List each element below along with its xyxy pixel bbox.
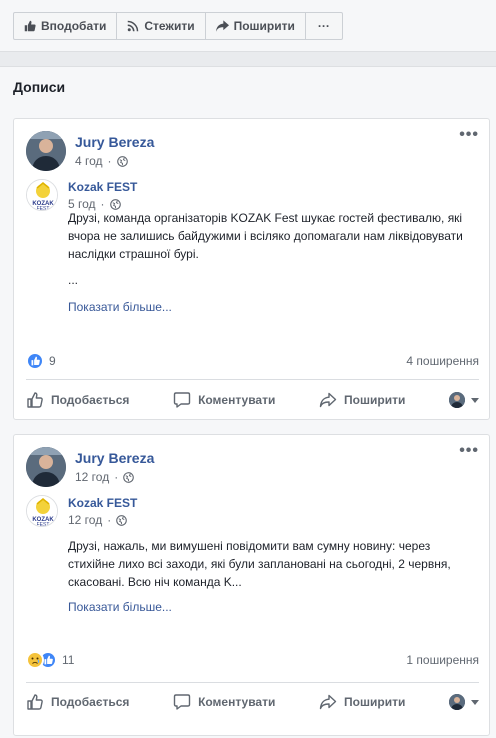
page-follow-button[interactable]: Стежити bbox=[117, 13, 206, 39]
share-arrow-icon bbox=[319, 694, 337, 710]
post-actions: Подобається Коментувати Поширити bbox=[26, 687, 479, 717]
author-avatar[interactable] bbox=[26, 131, 66, 171]
comment-bubble-icon bbox=[173, 694, 191, 710]
share-arrow-icon bbox=[215, 20, 229, 32]
like-label: Подобається bbox=[51, 393, 130, 407]
shares-count[interactable]: 4 поширення bbox=[406, 354, 479, 368]
author-avatar[interactable] bbox=[26, 447, 66, 487]
globe-icon bbox=[116, 155, 128, 167]
comment-button[interactable]: Коментувати bbox=[173, 391, 275, 409]
like-button[interactable]: Подобається bbox=[26, 693, 129, 711]
shared-post-meta: 12 год · bbox=[68, 513, 128, 527]
globe-icon bbox=[109, 198, 121, 210]
page-action-strip: Вподобати Стежити Поширити ··· bbox=[0, 0, 496, 52]
more-dots-icon: ··· bbox=[317, 19, 330, 33]
section-title: Дописи bbox=[13, 79, 66, 95]
post-time[interactable]: 4 год bbox=[75, 154, 103, 168]
post-text: Друзі, команда організаторів KOZAK Fest … bbox=[68, 211, 463, 261]
reaction-count: 9 bbox=[49, 354, 56, 368]
page-share-button[interactable]: Поширити bbox=[206, 13, 306, 39]
thumbs-up-icon bbox=[24, 20, 36, 32]
comment-button[interactable]: Коментувати bbox=[173, 693, 275, 711]
page-like-button[interactable]: Вподобати bbox=[14, 13, 118, 39]
shared-page-logo[interactable]: KOZAK FEST bbox=[26, 495, 58, 527]
share-label: Поширити bbox=[344, 695, 406, 709]
audience-selector[interactable] bbox=[449, 694, 479, 710]
reactions-row: 11 1 поширення bbox=[26, 650, 479, 670]
reactions-summary[interactable]: 9 bbox=[26, 352, 56, 370]
post-options-icon[interactable]: ••• bbox=[459, 443, 479, 459]
thumbs-up-outline-icon bbox=[27, 694, 43, 710]
post-meta: 4 год · bbox=[75, 154, 128, 168]
post-time[interactable]: 12 год bbox=[75, 470, 109, 484]
share-arrow-icon bbox=[319, 392, 337, 408]
globe-icon bbox=[123, 471, 135, 483]
page-share-label: Поширити bbox=[233, 19, 295, 33]
share-button[interactable]: Поширити bbox=[319, 694, 405, 710]
post-text: Друзі, нажаль, ми вимушені повідомити ва… bbox=[68, 539, 451, 589]
comment-bubble-icon bbox=[173, 392, 191, 408]
shared-post-time[interactable]: 12 год bbox=[68, 513, 102, 527]
share-label: Поширити bbox=[344, 393, 406, 407]
page-action-bar: Вподобати Стежити Поширити ··· bbox=[13, 12, 343, 40]
share-button[interactable]: Поширити bbox=[319, 392, 405, 408]
globe-icon bbox=[116, 514, 128, 526]
post-card: Jury Bereza 4 год · ••• KOZAK FEST Kozak … bbox=[13, 118, 490, 420]
shares-count[interactable]: 1 поширення bbox=[406, 653, 479, 667]
page-like-label: Вподобати bbox=[41, 19, 107, 33]
like-label: Подобається bbox=[51, 695, 130, 709]
post-options-icon[interactable]: ••• bbox=[459, 127, 479, 143]
post-meta: 12 год · bbox=[75, 470, 135, 484]
shared-page-logo[interactable]: KOZAK FEST bbox=[26, 179, 58, 211]
page-more-button[interactable]: ··· bbox=[306, 13, 342, 39]
divider bbox=[26, 682, 479, 683]
chevron-down-icon bbox=[471, 397, 479, 403]
reactions-summary[interactable]: 11 bbox=[26, 651, 74, 669]
post-actions: Подобається Коментувати Поширити bbox=[26, 385, 479, 415]
reaction-count: 11 bbox=[62, 653, 75, 667]
reactions-row: 9 4 поширення bbox=[26, 351, 479, 371]
posts-panel: Дописи Jury Bereza 4 год · ••• KOZAK FEST… bbox=[0, 66, 496, 738]
like-button[interactable]: Подобається bbox=[26, 391, 129, 409]
author-name[interactable]: Jury Bereza bbox=[75, 450, 154, 466]
rss-icon bbox=[128, 20, 139, 32]
see-more-link[interactable]: Показати більше... bbox=[68, 600, 172, 614]
chevron-down-icon bbox=[471, 699, 479, 705]
thumbs-up-outline-icon bbox=[27, 392, 43, 408]
page-follow-label: Стежити bbox=[144, 19, 195, 33]
author-name[interactable]: Jury Bereza bbox=[75, 134, 154, 150]
comment-label: Коментувати bbox=[198, 393, 276, 407]
post-card: Jury Bereza 12 год · ••• KOZAK FEST Kozak… bbox=[13, 434, 490, 736]
post-text-ellipsis: ... bbox=[68, 273, 79, 287]
divider bbox=[26, 379, 479, 380]
user-avatar bbox=[449, 694, 465, 710]
comment-label: Коментувати bbox=[198, 695, 276, 709]
svg-text:FEST: FEST bbox=[37, 206, 50, 211]
shared-page-name[interactable]: Kozak FEST bbox=[68, 496, 137, 510]
shared-page-name[interactable]: Kozak FEST bbox=[68, 180, 137, 194]
audience-selector[interactable] bbox=[449, 392, 479, 408]
svg-text:FEST: FEST bbox=[37, 522, 50, 527]
like-reaction-icon bbox=[26, 352, 44, 370]
see-more-link[interactable]: Показати більше... bbox=[68, 300, 172, 314]
user-avatar bbox=[449, 392, 465, 408]
sad-reaction-icon bbox=[26, 651, 44, 669]
